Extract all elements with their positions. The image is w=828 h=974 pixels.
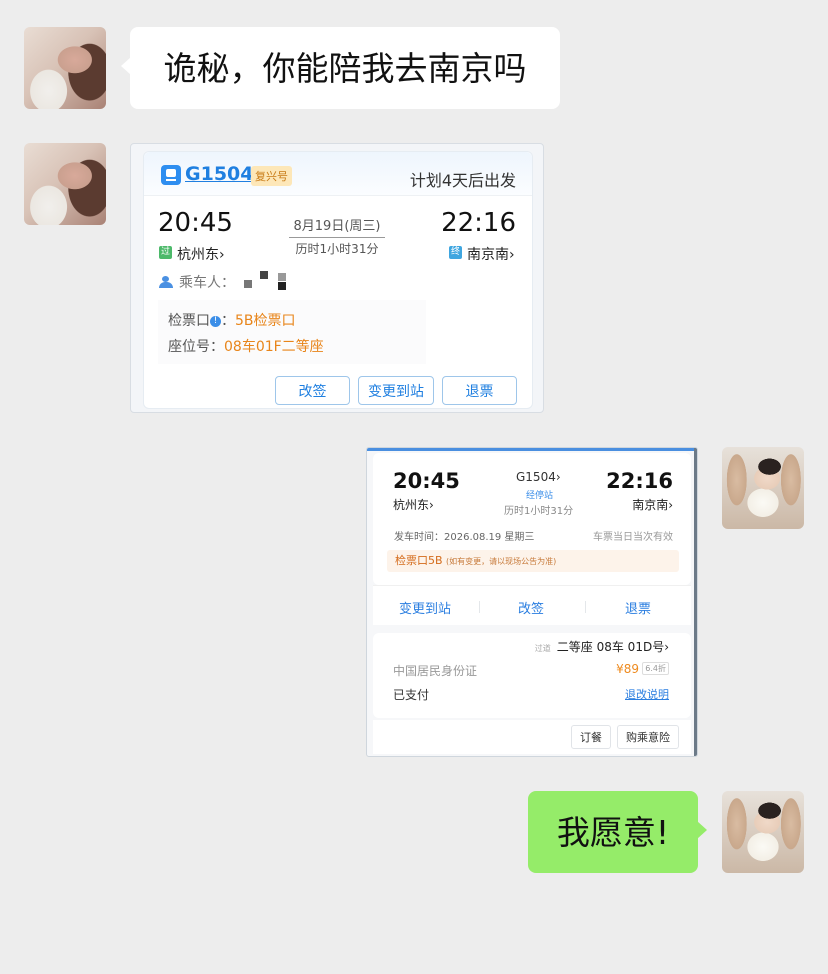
from-station: 杭州东› bbox=[177, 247, 225, 263]
passenger-details: 过道 二等座 08车 01D号› 中国居民身份证 ¥89 6.4折 已支付 退改说… bbox=[373, 633, 691, 718]
contact-avatar[interactable] bbox=[24, 143, 106, 225]
order-meal-button[interactable]: 订餐 bbox=[571, 725, 611, 749]
ticket-header: G1504 复兴号 计划4天后出发 bbox=[144, 152, 532, 196]
ticket-image-message[interactable]: G1504 复兴号 计划4天后出发 20:45 8月19日(周三) 历时1小时3… bbox=[130, 143, 544, 413]
ticket-actions: 变更到站 改签 退票 bbox=[373, 585, 691, 625]
seat-label: 座位号： bbox=[168, 339, 224, 355]
arrive-time: 22:16 bbox=[441, 208, 516, 238]
refund-button[interactable]: 退票 bbox=[442, 376, 517, 405]
redacted-name bbox=[260, 271, 268, 279]
seat-value: 二等座 08车 01D号› bbox=[556, 640, 669, 654]
aisle-tag: 过道 bbox=[534, 644, 551, 653]
terminal-tag: 终 bbox=[449, 246, 462, 259]
to-station[interactable]: 南京南› bbox=[632, 496, 673, 513]
arrive-time: 22:16 bbox=[606, 469, 673, 493]
info-icon[interactable]: ! bbox=[210, 315, 221, 327]
message-bubble[interactable]: 我愿意! bbox=[528, 791, 707, 873]
gate-value: 5B检票口 bbox=[235, 313, 296, 329]
my-avatar[interactable] bbox=[722, 447, 804, 529]
change-ticket-button[interactable]: 改签 bbox=[275, 376, 350, 405]
ticket-price: ¥89 bbox=[616, 662, 639, 676]
change-station-button[interactable]: 变更到站 bbox=[358, 376, 434, 405]
passenger-label: 乘车人： bbox=[179, 275, 235, 291]
id-type: 中国居民身份证 bbox=[393, 664, 478, 678]
extra-services: 订餐 购乘意险 bbox=[373, 720, 691, 754]
refund-rules-link[interactable]: 退改说明 bbox=[625, 686, 669, 702]
travel-duration: 历时1小时31分 bbox=[504, 506, 574, 517]
departure-plan: 计划4天后出发 bbox=[409, 171, 516, 190]
train-number: G1504 bbox=[185, 163, 254, 185]
validity-note: 车票当日当次有效 bbox=[593, 532, 673, 543]
depart-time: 20:45 bbox=[393, 469, 460, 493]
passenger-icon bbox=[159, 276, 173, 288]
seat-row: 座位号：08车01F二等座 bbox=[168, 336, 324, 356]
message-text: 我愿意! bbox=[556, 812, 670, 852]
buy-insurance-button[interactable]: 购乘意险 bbox=[617, 725, 679, 749]
seat-value: 08车01F二等座 bbox=[224, 339, 324, 355]
gate-row: 检票口! ：5B检票口 bbox=[168, 313, 296, 329]
depart-date: 发车时间：2026.08.19 星期三 bbox=[394, 532, 535, 543]
card-border bbox=[367, 448, 697, 451]
travel-duration: 历时1小时31分 bbox=[295, 242, 379, 256]
change-station-button[interactable]: 变更到站 bbox=[399, 598, 451, 617]
gate-note: (如有变更，请以现场公告为准) bbox=[446, 557, 557, 566]
train-type-badge: 复兴号 bbox=[251, 166, 292, 186]
redacted-name bbox=[278, 273, 286, 281]
change-ticket-button[interactable]: 改签 bbox=[518, 598, 544, 617]
divider bbox=[585, 601, 586, 613]
gate-label: 检票口 bbox=[168, 313, 210, 329]
redacted-name bbox=[278, 282, 286, 290]
redacted-name bbox=[244, 280, 252, 288]
payment-status: 已支付 bbox=[393, 688, 430, 702]
stops-link[interactable]: 经停站 bbox=[526, 488, 553, 501]
to-station: 南京南› bbox=[467, 247, 515, 263]
ticket-card: G1504 复兴号 计划4天后出发 20:45 8月19日(周三) 历时1小时3… bbox=[143, 151, 533, 409]
refund-button[interactable]: 退票 bbox=[625, 598, 651, 617]
ticket-summary: 20:45 G1504› 经停站 历时1小时31分 22:16 杭州东› 南京南… bbox=[373, 453, 691, 585]
message-bubble[interactable]: 诡秘，你能陪我去南京吗 bbox=[121, 27, 560, 109]
seat-info[interactable]: 过道 二等座 08车 01D号› bbox=[535, 638, 669, 655]
card-border bbox=[694, 448, 697, 756]
message-text: 诡秘，你能陪我去南京吗 bbox=[163, 48, 527, 88]
travel-date: 8月19日(周三) bbox=[289, 215, 385, 238]
from-station[interactable]: 杭州东› bbox=[393, 496, 434, 513]
contact-avatar[interactable] bbox=[24, 27, 106, 109]
gate-seat-info: 检票口! ：5B检票口 座位号：08车01F二等座 bbox=[158, 300, 426, 364]
discount-badge: 6.4折 bbox=[642, 662, 669, 675]
train-icon bbox=[161, 165, 181, 185]
my-avatar[interactable] bbox=[722, 791, 804, 873]
train-number[interactable]: G1504› bbox=[516, 470, 561, 484]
pass-through-tag: 过 bbox=[159, 246, 172, 259]
gate-value: 检票口5B bbox=[395, 554, 443, 567]
ticket-image-message[interactable]: 20:45 G1504› 经停站 历时1小时31分 22:16 杭州东› 南京南… bbox=[366, 447, 698, 757]
gate-info: 检票口5B (如有变更，请以现场公告为准) bbox=[387, 550, 679, 572]
depart-time: 20:45 bbox=[158, 208, 233, 238]
divider bbox=[479, 601, 480, 613]
